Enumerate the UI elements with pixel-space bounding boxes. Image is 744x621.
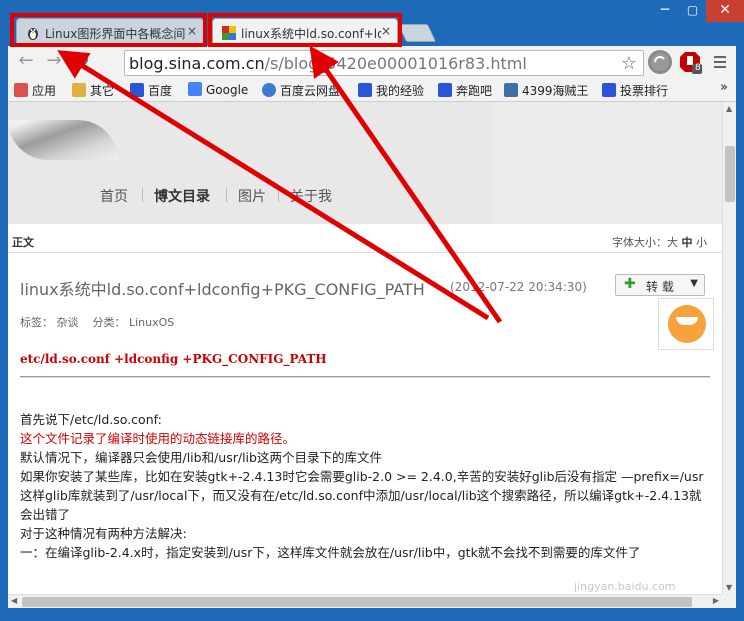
annotation-arrow-to-tab2	[309, 45, 503, 324]
annotation-arrow-to-tab1	[57, 50, 490, 321]
annotation-arrows	[57, 45, 503, 324]
